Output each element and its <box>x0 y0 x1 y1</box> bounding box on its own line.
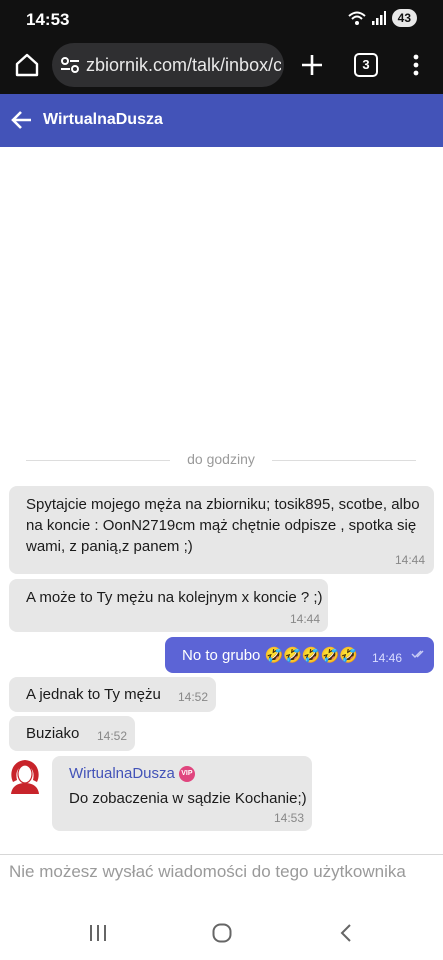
separator-line <box>26 460 170 461</box>
url-text[interactable]: zbiornik.com/talk/inbox/c <box>86 55 281 76</box>
conversation-title[interactable]: WirtualnaDusza <box>43 111 163 129</box>
message-bubble-outgoing[interactable]: No to grubo 🤣🤣🤣🤣🤣 14:46 <box>165 637 434 673</box>
browser-toolbar: zbiornik.com/talk/inbox/c 3 <box>0 36 443 94</box>
message-time: 14:46 <box>372 651 403 665</box>
menu-icon[interactable] <box>406 52 426 78</box>
signal-icon <box>371 11 386 25</box>
status-bar: 14:53 43 <box>0 0 443 36</box>
sender-name[interactable]: WirtualnaDusza VIP <box>69 763 195 784</box>
message-line: na koncie : OonN2719cm mąż chętnie odpis… <box>26 517 417 534</box>
message-time: 14:53 <box>274 811 305 825</box>
system-nav-bar <box>0 904 443 960</box>
separator-line <box>272 460 416 461</box>
cannot-message-notice: Nie możesz wysłać wiadomości do tego uży… <box>9 862 406 881</box>
nav-back-icon[interactable] <box>338 923 354 943</box>
back-arrow-icon[interactable] <box>10 108 34 132</box>
message-bubble-incoming[interactable]: Spytajcie mojego męża na zbiorniku; tosi… <box>9 486 434 574</box>
message-text: A jednak to Ty mężu <box>26 686 161 703</box>
message-text: No to grubo 🤣🤣🤣🤣🤣 <box>182 647 358 664</box>
recents-icon[interactable] <box>88 924 108 942</box>
status-time: 14:53 <box>26 10 70 29</box>
home-icon[interactable] <box>14 52 40 78</box>
message-bubble-incoming[interactable]: Buziako 14:52 <box>9 716 135 751</box>
avatar-icon[interactable] <box>6 756 44 794</box>
plus-icon[interactable] <box>298 51 326 79</box>
message-bubble-incoming[interactable]: A jednak to Ty mężu 14:52 <box>9 677 216 712</box>
message-text: Do zobaczenia w sądzie Kochanie;) <box>69 790 307 807</box>
message-text: Buziako <box>26 725 80 742</box>
conversation-header: WirtualnaDusza <box>0 94 443 147</box>
date-separator: do godziny <box>26 451 416 469</box>
double-check-icon <box>411 650 424 658</box>
date-separator-label: do godziny <box>187 451 255 467</box>
tab-switcher-button[interactable]: 3 <box>354 53 378 77</box>
tune-icon[interactable] <box>60 55 80 75</box>
status-icons: 43 <box>347 9 417 27</box>
message-time: 14:52 <box>178 690 209 704</box>
battery-badge: 43 <box>391 9 417 27</box>
vip-badge: VIP <box>178 766 195 783</box>
message-text: Spytajcie mojego męża na zbiorniku; tosi… <box>26 494 420 557</box>
message-line: Spytajcie mojego męża na zbiorniku; tosi… <box>26 496 420 513</box>
message-bubble-incoming[interactable]: A może to Ty mężu na kolejnym x koncie ?… <box>9 579 328 632</box>
message-bubble-incoming[interactable]: WirtualnaDusza VIP Do zobaczenia w sądzie… <box>52 756 312 831</box>
message-line: wami, z panią,z panem ;) <box>26 538 193 555</box>
message-time: 14:44 <box>290 612 321 626</box>
wifi-icon <box>347 11 366 25</box>
message-time: 14:52 <box>97 729 128 743</box>
url-bar[interactable]: zbiornik.com/talk/inbox/c <box>52 43 284 87</box>
sender-name-text[interactable]: WirtualnaDusza <box>69 765 175 782</box>
nav-home-icon[interactable] <box>212 923 232 943</box>
message-text: A może to Ty mężu na kolejnym x koncie ?… <box>26 589 323 606</box>
message-time: 14:44 <box>395 553 426 567</box>
composer-divider <box>0 854 443 855</box>
